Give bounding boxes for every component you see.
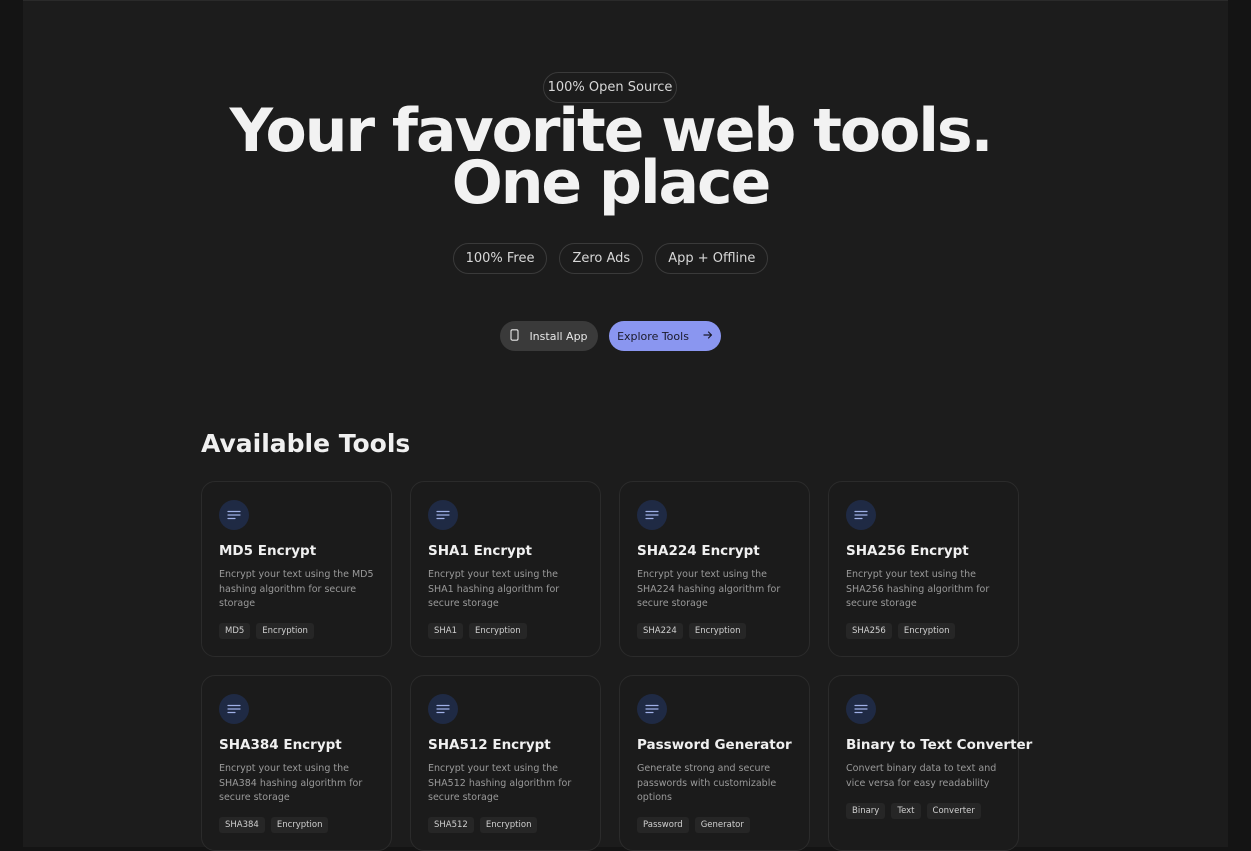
tool-title: MD5 Encrypt <box>219 543 317 559</box>
tool-tags: MD5 Encryption <box>219 623 314 639</box>
tools-grid: MD5 Encrypt Encrypt your text using the … <box>201 481 1032 851</box>
tool-tags: SHA224 Encryption <box>637 623 747 639</box>
text-lines-icon <box>637 500 667 530</box>
tool-tags: Binary Text Converter <box>846 803 981 819</box>
page-frame: 100% Open Source Your favorite web tools… <box>23 0 1228 851</box>
tool-card-sha256[interactable]: SHA256 Encrypt Encrypt your text using t… <box>828 481 1019 657</box>
tool-tags: SHA384 Encryption <box>219 817 329 833</box>
tool-tag: Encryption <box>270 817 329 833</box>
tool-tag: SHA1 <box>428 623 464 639</box>
tool-tag: SHA384 <box>219 817 265 833</box>
feature-pill-offline: App + Offline <box>655 243 769 274</box>
tool-title: Binary to Text Converter <box>846 737 1033 753</box>
text-lines-icon <box>219 694 249 724</box>
tool-tag: SHA224 <box>637 623 683 639</box>
text-lines-icon <box>846 694 876 724</box>
text-lines-icon <box>846 500 876 530</box>
feature-pill-ads: Zero Ads <box>559 243 644 274</box>
tool-tag: SHA256 <box>846 623 892 639</box>
explore-tools-label: Explore Tools <box>617 329 689 343</box>
tool-tag: Encryption <box>897 623 956 639</box>
tool-tag: SHA512 <box>428 817 474 833</box>
tool-tags: Password Generator <box>637 817 750 833</box>
tool-title: SHA512 Encrypt <box>428 737 551 753</box>
text-lines-icon <box>428 500 458 530</box>
tool-tags: SHA1 Encryption <box>428 623 527 639</box>
tool-tag: Binary <box>846 803 886 819</box>
tool-description: Encrypt your text using the SHA1 hashing… <box>428 569 560 609</box>
tool-tag: MD5 <box>219 623 251 639</box>
tool-card-password-generator[interactable]: Password Generator Generate strong and s… <box>619 675 810 851</box>
tool-tags: SHA512 Encryption <box>428 817 538 833</box>
explore-tools-button[interactable]: Explore Tools <box>609 321 721 351</box>
tool-description: Encrypt your text using the SHA256 hashi… <box>846 569 990 609</box>
tool-description: Encrypt your text using the SHA224 hashi… <box>637 569 781 609</box>
text-lines-icon <box>219 500 249 530</box>
section-title: Available Tools <box>201 429 411 458</box>
tool-description: Encrypt your text using the MD5 hashing … <box>219 569 374 609</box>
install-app-button[interactable]: Install App <box>500 321 598 351</box>
feature-pills: 100% Free Zero Ads App + Offline <box>23 243 1198 274</box>
tool-tag: Encryption <box>479 817 538 833</box>
tool-description: Encrypt your text using the SHA384 hashi… <box>219 763 363 803</box>
tool-card-sha1[interactable]: SHA1 Encrypt Encrypt your text using the… <box>410 481 601 657</box>
tool-card-md5[interactable]: MD5 Encrypt Encrypt your text using the … <box>201 481 392 657</box>
install-app-label: Install App <box>529 329 588 343</box>
tool-card-sha224[interactable]: SHA224 Encrypt Encrypt your text using t… <box>619 481 810 657</box>
tool-tag: Converter <box>926 803 981 819</box>
tool-tag: Encryption <box>256 623 314 639</box>
tool-description: Encrypt your text using the SHA512 hashi… <box>428 763 572 803</box>
headline: Your favorite web tools. One place <box>23 101 1198 218</box>
tool-description: Convert binary data to text and vice ver… <box>846 763 997 789</box>
tool-card-binary-converter[interactable]: Binary to Text Converter Convert binary … <box>828 675 1032 851</box>
tool-tag: Encryption <box>688 623 747 639</box>
tool-tag: Generator <box>694 817 750 833</box>
headline-line-2: One place <box>451 148 772 218</box>
tool-card-sha384[interactable]: SHA384 Encrypt Encrypt your text using t… <box>201 675 392 851</box>
text-lines-icon <box>637 694 667 724</box>
tool-tag: Password <box>637 817 689 833</box>
tool-tag: Encryption <box>469 623 527 639</box>
text-lines-icon <box>428 694 458 724</box>
tool-card-sha512[interactable]: SHA512 Encrypt Encrypt your text using t… <box>410 675 601 851</box>
feature-pill-free: 100% Free <box>452 243 548 274</box>
arrow-right-icon <box>703 330 713 343</box>
phone-icon <box>510 328 519 344</box>
tool-title: SHA1 Encrypt <box>428 543 532 559</box>
tool-title: SHA256 Encrypt <box>846 543 969 559</box>
tool-tag: Text <box>891 803 921 819</box>
tool-title: SHA224 Encrypt <box>637 543 760 559</box>
tool-tags: SHA256 Encryption <box>846 623 956 639</box>
tool-title: SHA384 Encrypt <box>219 737 342 753</box>
tool-title: Password Generator <box>637 737 792 753</box>
tool-description: Generate strong and secure passwords wit… <box>637 763 777 803</box>
